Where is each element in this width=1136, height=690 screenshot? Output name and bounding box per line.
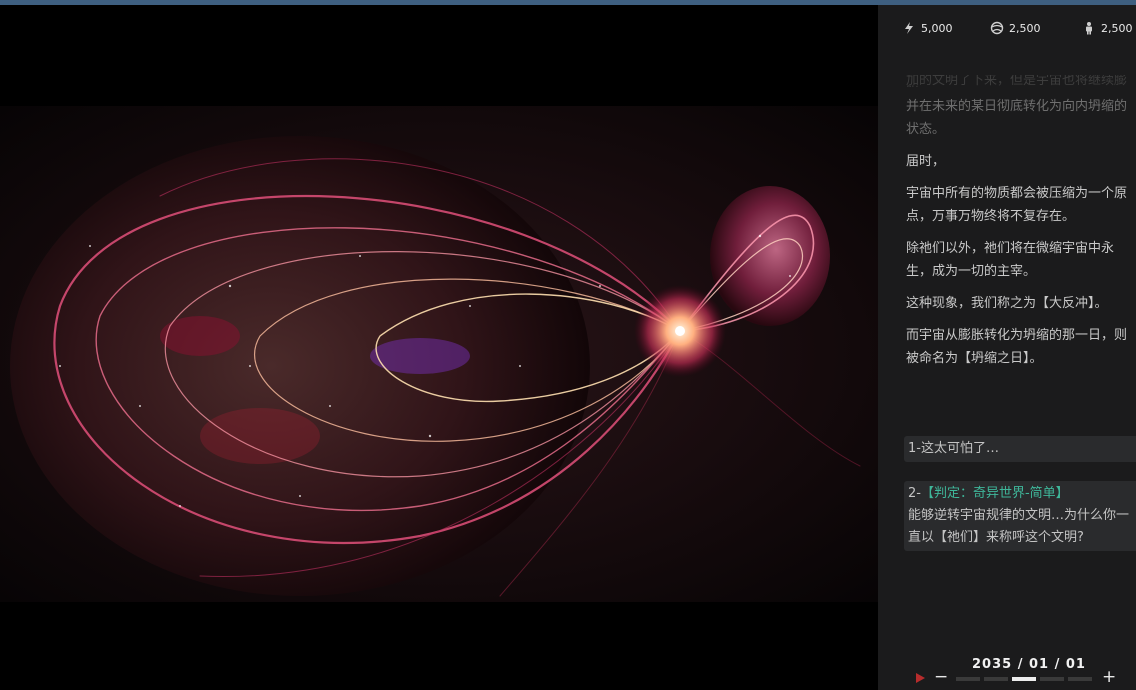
speed-up-button[interactable]: + <box>1102 667 1116 687</box>
speed-segment <box>984 677 1008 681</box>
cosmic-artwork <box>0 106 878 602</box>
energy-icon <box>905 22 913 34</box>
resource-population: 2,500 <box>1082 21 1133 35</box>
resource-world-value: 2,500 <box>1009 21 1041 35</box>
population-icon <box>1086 22 1092 35</box>
resource-energy-value: 5,000 <box>921 21 953 35</box>
event-scene <box>0 5 878 690</box>
story-paragraph: 除祂们以外，祂们将在微缩宇宙中永生，成为一切的主宰。 <box>906 241 1115 279</box>
story-paragraph: 届时， <box>906 154 946 169</box>
time-control: 2035 / 01 / 01 − + <box>878 653 1136 690</box>
choice-option-2[interactable]: 2-【判定：奇异世界-简单】 能够逆转宇宙规律的文明…为什么你一直以【祂们】来称… <box>904 481 1136 551</box>
globe-icon <box>990 21 1004 35</box>
story-paragraph: 并在未来的某日彻底转化为向内坍缩的状态。 <box>906 99 1128 137</box>
choice-option-1-text: 1-这太可怕了… <box>908 441 999 456</box>
game-date: 2035 / 01 / 01 <box>972 657 1086 672</box>
story-paragraph: 宇宙中所有的物质都会被压缩为一个原点，万事万物终将不复存在。 <box>906 186 1128 224</box>
resource-world: 2,500 <box>990 21 1041 35</box>
choice-option-2-prefix: 2- <box>908 486 921 501</box>
speed-segment <box>1012 677 1036 681</box>
choice-option-1[interactable]: 1-这太可怕了… <box>904 436 1136 462</box>
speed-down-button[interactable]: − <box>934 667 948 687</box>
story-text: 加的文明了下来，但是宇宙也将继续膨胀 并在未来的某日彻底转化为向内坍缩的状态。 … <box>906 75 1130 379</box>
play-icon[interactable] <box>916 673 925 683</box>
speed-segment <box>1068 677 1092 681</box>
story-paragraph: 这种现象，我们称之为【大反冲】。 <box>906 296 1108 311</box>
resource-energy: 5,000 <box>902 21 953 35</box>
choice-check-tag: 【判定：奇异世界-简单】 <box>920 486 1069 501</box>
resource-population-value: 2,500 <box>1101 21 1133 35</box>
story-cut-line: 加的文明了下来，但是宇宙也将继续膨胀 <box>906 75 1128 87</box>
resource-bar: 5,000 2,500 2,500 <box>878 21 1136 45</box>
speed-segment <box>956 677 980 681</box>
story-paragraph: 而宇宙从膨胀转化为坍缩的那一日，则被命名为【坍缩之日】。 <box>906 328 1128 366</box>
choice-option-2-text: 能够逆转宇宙规律的文明…为什么你一直以【祂们】来称呼这个文明? <box>908 508 1130 545</box>
speed-segment <box>1040 677 1064 681</box>
event-panel: 5,000 2,500 2,500 加的文明了下来，但是宇宙也将继续膨胀 并在未… <box>878 5 1136 690</box>
